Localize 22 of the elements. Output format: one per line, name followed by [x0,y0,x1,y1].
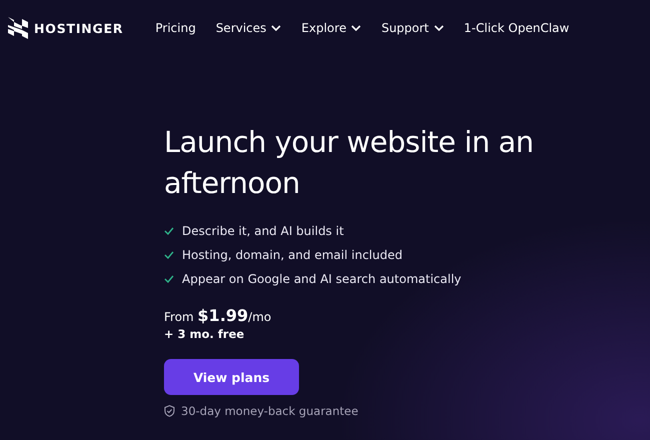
check-icon [164,251,174,259]
nav-link[interactable]: Explore [301,21,362,35]
price-text: From $1.99/mo [164,306,272,325]
chevron-down-icon [434,24,444,32]
shield-check-icon [164,405,175,417]
nav-link[interactable]: Pricing [155,21,196,35]
chevron-down-icon [351,24,362,32]
nav-link[interactable]: Support [381,21,444,35]
hero-title: Launch your website in an afternoon [164,124,535,202]
logo-icon[interactable] [8,17,28,39]
check-icon [164,275,174,283]
nav-link[interactable]: 1-Click OpenClaw [464,21,570,35]
view-plans-button[interactable]: View plans [164,359,299,395]
chevron-down-icon [271,24,282,32]
bonus-text: + 3 mo. free [164,327,246,341]
feature-text: Appear on Google and AI search automatically [182,271,462,288]
feature-text: Hosting, domain, and email included [182,247,402,264]
nav-link[interactable]: Services [216,21,282,35]
check-icon [164,227,174,235]
feature-text: Describe it, and AI builds it [182,223,344,240]
guarantee-text: 30-day money-back guarantee [181,404,358,418]
brand-name: HOSTINGER [34,20,124,36]
